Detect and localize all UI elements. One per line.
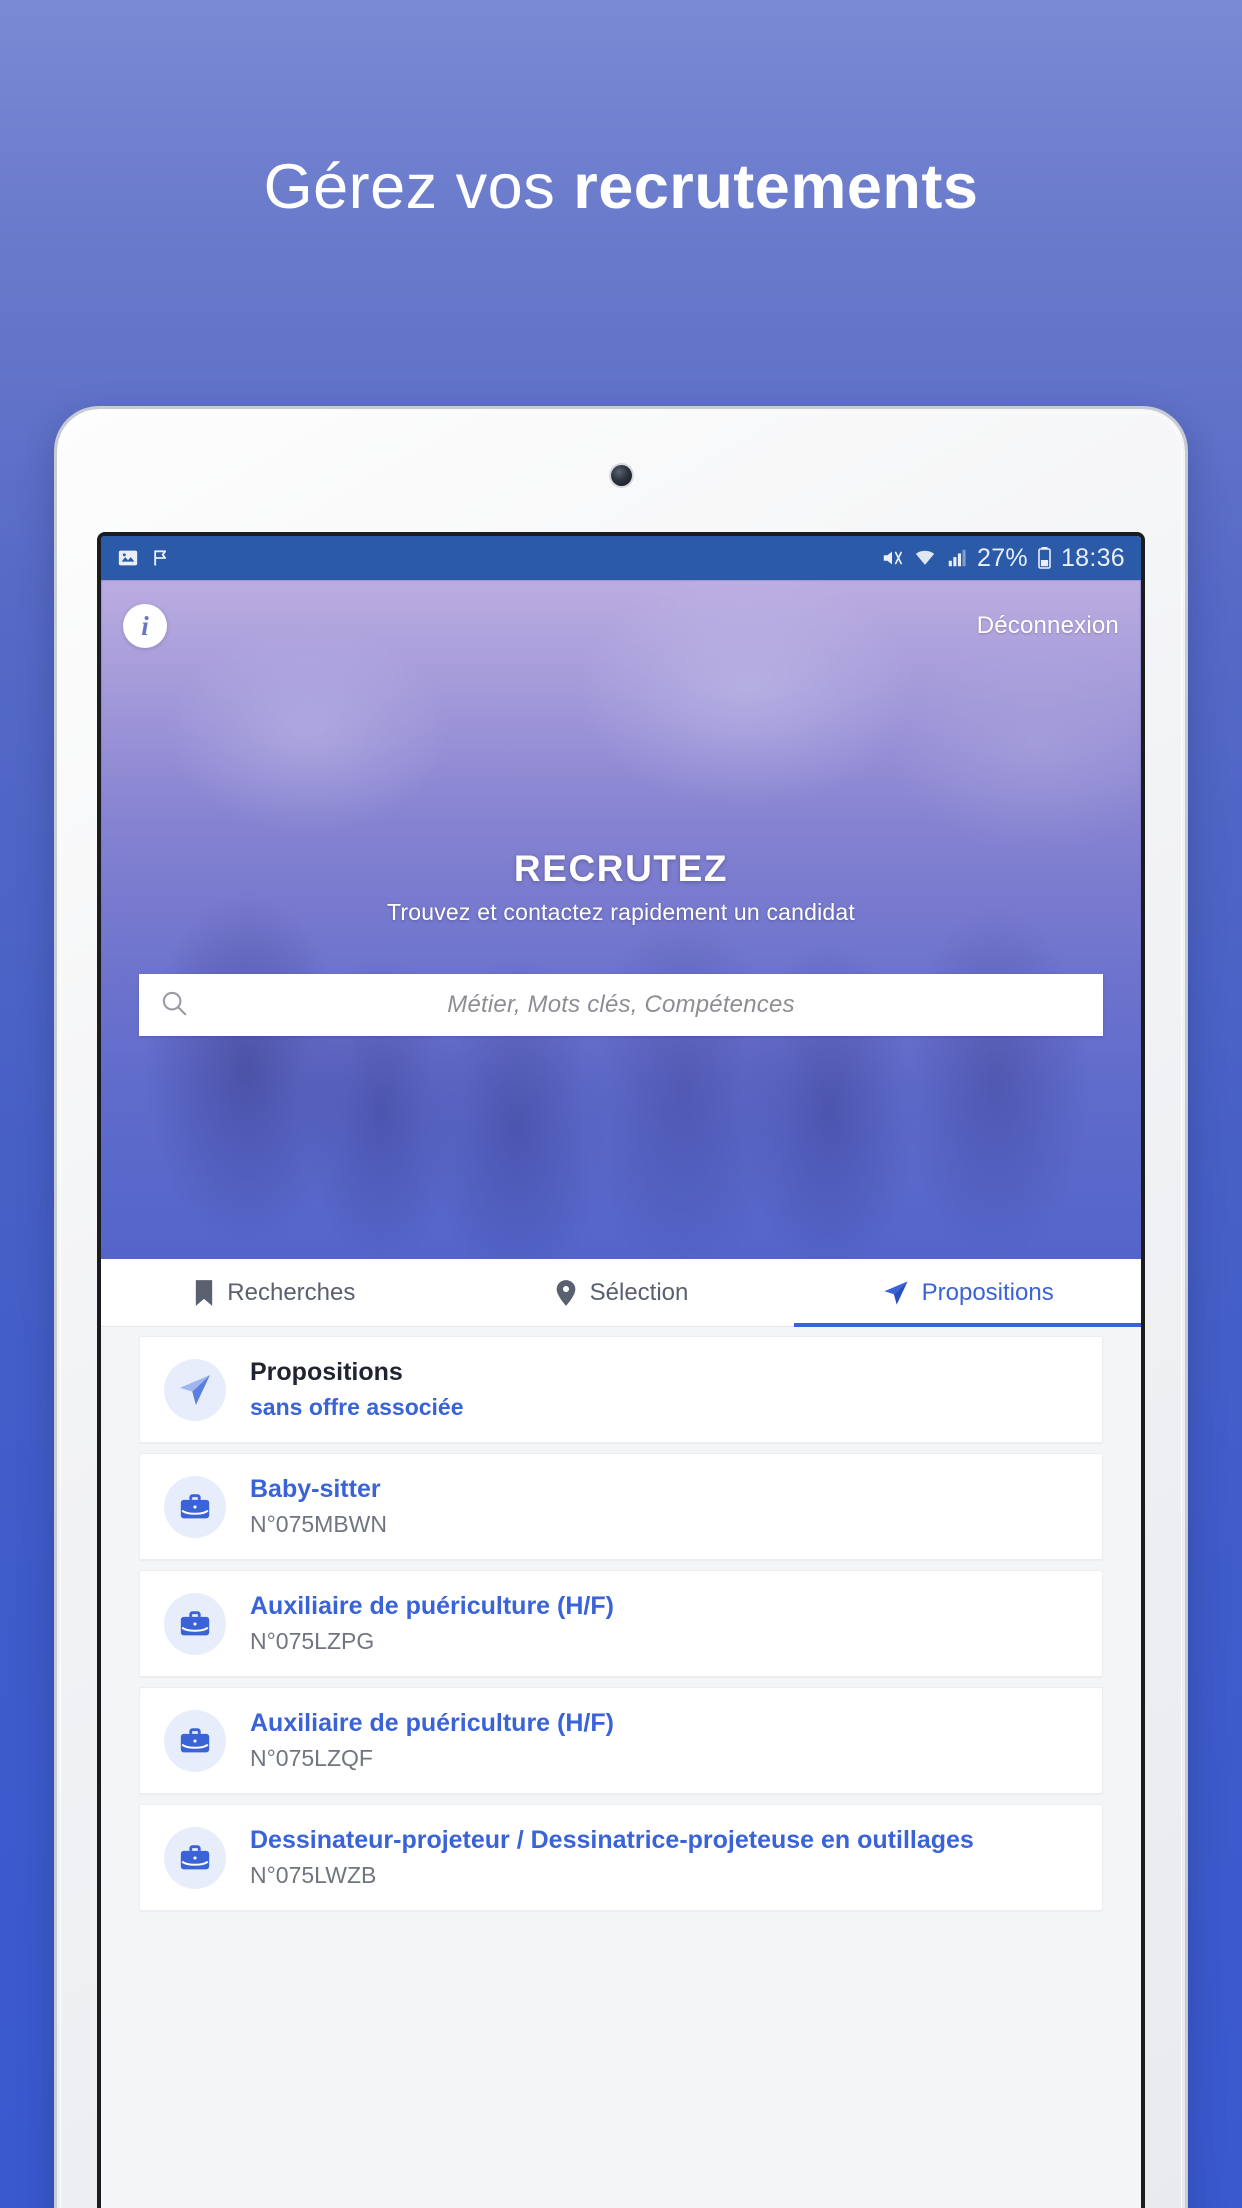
list-item-body: Auxiliaire de puériculture (H/F) N°075LZ…: [250, 1591, 614, 1656]
briefcase-icon: [180, 1493, 210, 1518]
hero-title: RECRUTEZ: [513, 848, 729, 889]
logout-button[interactable]: Déconnexion: [977, 612, 1119, 640]
list-item[interactable]: Propositions sans offre associée: [139, 1336, 1103, 1443]
search-icon: [159, 988, 189, 1023]
promo-page: Gérez vos recrutements 27% 18:36 i Décon…: [0, 0, 1242, 2208]
list-item-body: Baby-sitter N°075MBWN: [250, 1474, 387, 1539]
list-item-subtitle[interactable]: sans offre associée: [250, 1393, 464, 1422]
list-item-reference: N°075LWZB: [250, 1862, 377, 1889]
search-input[interactable]: Métier, Mots clés, Compétences: [189, 991, 1083, 1019]
battery-icon: [1037, 546, 1052, 570]
search-bar[interactable]: Métier, Mots clés, Compétences: [139, 974, 1103, 1036]
avatar: [164, 1592, 226, 1655]
avatar: [164, 1826, 226, 1889]
android-status-bar: 27% 18:36: [101, 536, 1141, 580]
list-item-body: Dessinateur-projeteur / Dessinatrice-pro…: [250, 1825, 974, 1890]
list-item[interactable]: Auxiliaire de puériculture (H/F) N°075LZ…: [139, 1570, 1103, 1677]
tab-selection-label: Sélection: [589, 1278, 689, 1306]
tab-propositions-label: Propositions: [921, 1278, 1054, 1306]
list-item-title[interactable]: Baby-sitter: [250, 1474, 387, 1505]
tab-propositions[interactable]: Propositions: [794, 1259, 1141, 1327]
headline-light-part: Gérez vos: [263, 152, 574, 222]
wifi-icon: [913, 547, 937, 569]
hero-banner: i Déconnexion RECRUTEZ Trouvez et contac…: [101, 580, 1141, 1259]
list-item-reference: N°075LZQF: [250, 1745, 373, 1772]
list-item-title[interactable]: Dessinateur-projeteur / Dessinatrice-pro…: [250, 1825, 974, 1856]
briefcase-icon: [180, 1610, 210, 1635]
headline-bold-part: recrutements: [573, 152, 979, 222]
avatar: [164, 1475, 226, 1538]
tab-bar: Recherches Sélection Propositions: [101, 1259, 1141, 1327]
info-icon[interactable]: i: [123, 604, 167, 648]
status-bar-left-icons: [117, 547, 171, 569]
list-item-reference: N°075MBWN: [250, 1511, 388, 1538]
front-camera-icon: [610, 465, 632, 486]
list-item[interactable]: Dessinateur-projeteur / Dessinatrice-pro…: [139, 1804, 1103, 1911]
mute-icon: [880, 547, 904, 569]
tab-selection[interactable]: Sélection: [448, 1259, 795, 1326]
tab-recherches[interactable]: Recherches: [101, 1259, 448, 1326]
tag-pin-icon: [554, 1279, 578, 1307]
hero-top-bar: i Déconnexion: [101, 598, 1141, 654]
list-item-reference: N°075LZPG: [250, 1628, 375, 1655]
paper-plane-icon: [882, 1279, 910, 1307]
screenshot-icon: [117, 547, 139, 569]
flag-icon: [151, 547, 171, 569]
hero-text-block: RECRUTEZ Trouvez et contactez rapidement…: [101, 848, 1141, 926]
status-bar-right-icons: 27% 18:36: [880, 544, 1125, 573]
clock-label: 18:36: [1060, 543, 1125, 572]
battery-percent-label: 27%: [977, 543, 1028, 572]
paper-plane-icon: [180, 1374, 210, 1405]
list-item[interactable]: Baby-sitter N°075MBWN: [139, 1453, 1103, 1560]
hero-subtitle: Trouvez et contactez rapidement un candi…: [386, 899, 856, 925]
tab-recherches-label: Recherches: [227, 1278, 356, 1306]
list-item-title[interactable]: Auxiliaire de puériculture (H/F): [250, 1708, 614, 1739]
list-item[interactable]: Auxiliaire de puériculture (H/F) N°075LZ…: [139, 1687, 1103, 1794]
briefcase-icon: [180, 1844, 210, 1869]
list-item-body: Auxiliaire de puériculture (H/F) N°075LZ…: [250, 1708, 614, 1773]
briefcase-icon: [180, 1727, 210, 1752]
list-item-body: Propositions sans offre associée: [250, 1357, 464, 1422]
tablet-device-frame: 27% 18:36 i Déconnexion RECRUTEZ Trouvez…: [57, 409, 1185, 2208]
device-screen: 27% 18:36 i Déconnexion RECRUTEZ Trouvez…: [101, 536, 1141, 2208]
avatar: [164, 1709, 226, 1772]
bookmark-icon: [193, 1279, 215, 1307]
page-headline: Gérez vos recrutements: [0, 152, 1242, 223]
signal-icon: [946, 547, 968, 569]
list-item-title: Propositions: [250, 1358, 403, 1386]
avatar: [164, 1358, 226, 1421]
proposition-list: Propositions sans offre associée Baby-si…: [101, 1327, 1141, 1911]
list-item-title[interactable]: Auxiliaire de puériculture (H/F): [250, 1591, 614, 1622]
